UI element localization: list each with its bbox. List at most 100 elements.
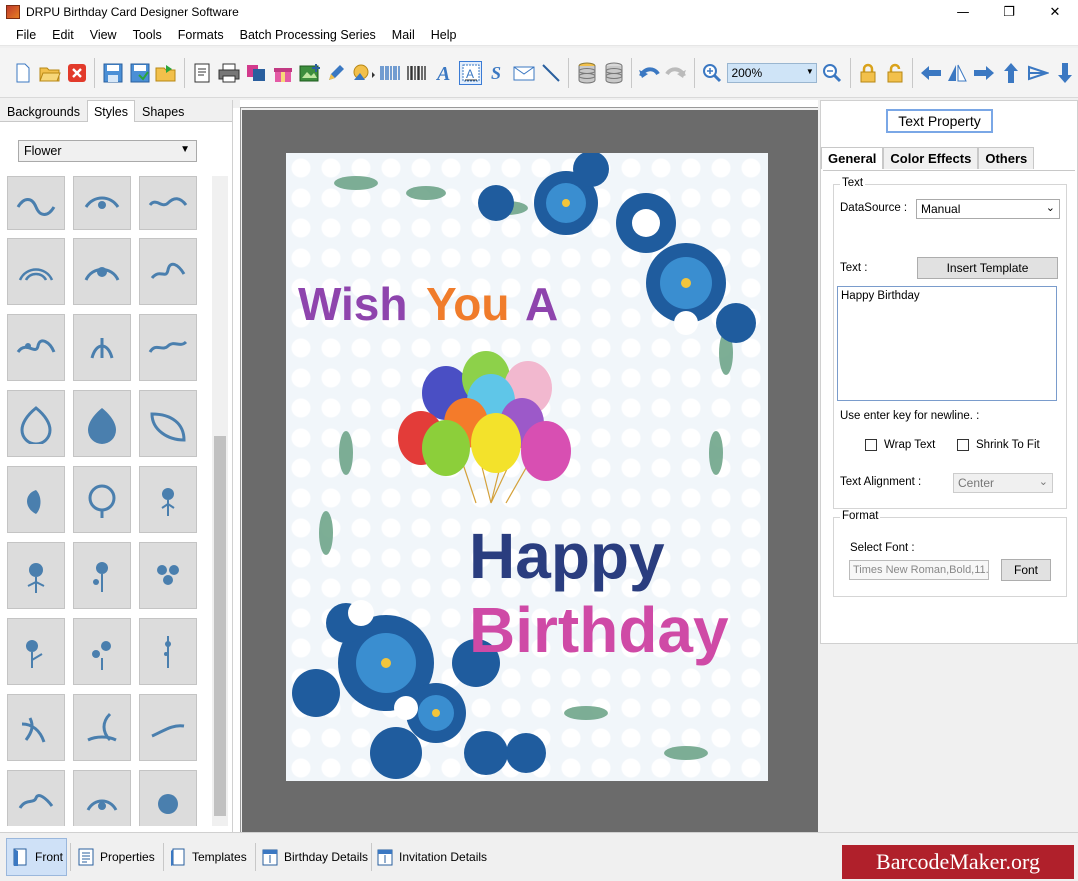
style-thumbnail[interactable] xyxy=(73,176,131,230)
tab-shapes[interactable]: Shapes xyxy=(135,100,191,121)
style-thumbnail[interactable] xyxy=(73,770,131,826)
insert-template-button[interactable]: Insert Template xyxy=(917,257,1058,279)
style-category-select[interactable]: Flower ▼ xyxy=(18,140,197,162)
tab-front[interactable]: Front xyxy=(6,838,67,876)
style-thumbnail[interactable] xyxy=(7,694,65,761)
zoom-combobox[interactable]: 200% ▼ xyxy=(727,62,817,83)
print-preview-icon[interactable] xyxy=(190,61,214,85)
style-thumbnail[interactable] xyxy=(7,238,65,305)
style-thumbnail[interactable] xyxy=(73,314,131,381)
signature-icon[interactable]: S xyxy=(485,61,509,85)
export-icon[interactable] xyxy=(155,61,179,85)
text-icon[interactable]: A xyxy=(432,61,456,85)
tab-templates[interactable]: Templates xyxy=(164,838,252,876)
style-thumbnail[interactable] xyxy=(139,618,197,685)
style-thumbnail[interactable] xyxy=(139,314,197,381)
tab-invitation-details[interactable]: Invitation Details xyxy=(371,838,495,876)
zoom-in-icon[interactable] xyxy=(700,61,724,85)
style-thumbnail[interactable] xyxy=(73,390,131,457)
line-icon[interactable] xyxy=(539,61,563,85)
datasource-select[interactable]: Manual ⌄ xyxy=(916,199,1060,219)
style-thumbnail[interactable] xyxy=(7,542,65,609)
tab-birthday-details[interactable]: Birthday Details xyxy=(256,838,370,876)
unlock-icon[interactable] xyxy=(883,61,907,85)
style-thumbnail[interactable] xyxy=(139,694,197,761)
tab-others[interactable]: Others xyxy=(978,147,1035,169)
arrow-down-icon[interactable] xyxy=(1053,61,1077,85)
style-thumbnail[interactable] xyxy=(7,314,65,381)
flip-horizontal-icon[interactable] xyxy=(945,61,969,85)
birthday-card[interactable]: Wish You A Happy Birthday xyxy=(286,153,768,781)
arrow-left-icon[interactable] xyxy=(919,61,943,85)
card-text-happy[interactable]: Happy xyxy=(469,519,665,593)
open-icon[interactable] xyxy=(38,61,62,85)
text-input[interactable]: Happy Birthday xyxy=(837,286,1057,401)
style-thumbnail[interactable] xyxy=(7,176,65,230)
tab-properties[interactable]: Properties xyxy=(72,838,160,876)
styles-scrollbar[interactable] xyxy=(212,176,228,826)
shrink-to-fit-checkbox[interactable] xyxy=(957,439,969,451)
tab-backgrounds[interactable]: Backgrounds xyxy=(0,100,87,121)
arrow-right-icon[interactable] xyxy=(972,61,996,85)
wrap-text-checkbox[interactable] xyxy=(865,439,877,451)
gift-icon[interactable] xyxy=(271,61,295,85)
card-text-you[interactable]: You xyxy=(426,277,509,331)
mail-icon[interactable] xyxy=(512,61,536,85)
text-alignment-select[interactable]: Center ⌄ xyxy=(953,473,1053,493)
menu-file[interactable]: File xyxy=(8,28,44,42)
pencil-icon[interactable] xyxy=(324,61,348,85)
style-thumbnail[interactable] xyxy=(73,238,131,305)
style-thumbnail[interactable] xyxy=(139,176,197,230)
copy-icon[interactable] xyxy=(244,61,268,85)
style-thumbnail[interactable] xyxy=(139,542,197,609)
scroll-thumb[interactable] xyxy=(214,436,226,816)
print-icon[interactable] xyxy=(217,61,241,85)
save-as-icon[interactable] xyxy=(128,61,152,85)
card-text-wish[interactable]: Wish xyxy=(298,277,407,331)
close-file-icon[interactable] xyxy=(65,61,89,85)
close-icon[interactable]: ✕ xyxy=(1032,0,1078,24)
card-text-birthday[interactable]: Birthday xyxy=(469,593,729,667)
lock-icon[interactable] xyxy=(856,61,880,85)
style-thumbnail[interactable] xyxy=(73,618,131,685)
font-button[interactable]: Font xyxy=(1001,559,1051,581)
style-thumbnail[interactable] xyxy=(139,238,197,305)
redo-icon[interactable] xyxy=(664,61,688,85)
database-series-icon[interactable] xyxy=(602,61,626,85)
style-thumbnail[interactable] xyxy=(73,542,131,609)
tab-color-effects[interactable]: Color Effects xyxy=(883,147,979,169)
database-icon[interactable] xyxy=(575,61,599,85)
insert-image-icon[interactable] xyxy=(298,61,322,85)
tab-styles[interactable]: Styles xyxy=(86,100,136,122)
new-icon[interactable] xyxy=(12,61,36,85)
save-icon[interactable] xyxy=(101,61,125,85)
shapes-icon[interactable] xyxy=(351,61,376,85)
menu-formats[interactable]: Formats xyxy=(170,28,232,42)
style-thumbnail[interactable] xyxy=(139,466,197,533)
barcode-icon[interactable] xyxy=(378,61,402,85)
style-thumbnail[interactable] xyxy=(7,466,65,533)
style-thumbnail[interactable] xyxy=(73,694,131,761)
menu-edit[interactable]: Edit xyxy=(44,28,82,42)
card-text-a[interactable]: A xyxy=(525,277,558,331)
menu-mail[interactable]: Mail xyxy=(384,28,423,42)
zoom-out-icon[interactable] xyxy=(820,61,844,85)
tab-general[interactable]: General xyxy=(821,147,884,169)
menu-batch-processing[interactable]: Batch Processing Series xyxy=(232,28,384,42)
minimize-icon[interactable]: — xyxy=(940,0,986,24)
design-canvas[interactable]: Wish You A Happy Birthday xyxy=(242,110,818,832)
menu-help[interactable]: Help xyxy=(423,28,465,42)
style-thumbnail[interactable] xyxy=(139,390,197,457)
barcode-linear-icon[interactable] xyxy=(405,61,429,85)
style-thumbnail[interactable] xyxy=(73,466,131,533)
undo-icon[interactable] xyxy=(638,61,662,85)
style-thumbnail[interactable] xyxy=(7,618,65,685)
text-property-icon[interactable]: A xyxy=(458,60,483,85)
style-thumbnail[interactable] xyxy=(7,770,65,826)
menu-tools[interactable]: Tools xyxy=(125,28,170,42)
style-thumbnail[interactable] xyxy=(139,770,197,826)
menu-view[interactable]: View xyxy=(82,28,125,42)
arrow-up-icon[interactable] xyxy=(999,61,1023,85)
align-icon[interactable] xyxy=(1026,61,1050,85)
style-thumbnail[interactable] xyxy=(7,390,65,457)
